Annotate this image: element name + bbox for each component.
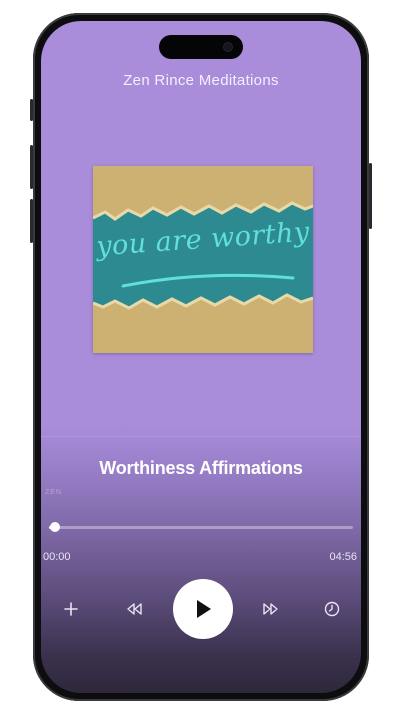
album-artwork: you are worthy [93,166,313,353]
phone-side-button [30,99,33,121]
play-icon [197,600,211,618]
rewind-button[interactable] [121,595,149,623]
fast-forward-icon [263,603,278,615]
player-screen: Zen Rince Meditations you are worthy Wor… [41,21,361,693]
play-button[interactable] [173,579,233,639]
current-time: 00:00 [43,551,71,563]
total-time: 04:56 [329,551,357,563]
plus-icon [64,602,78,616]
camera-icon [223,42,233,52]
track-title: Worthiness Affirmations [99,458,303,478]
sleep-timer-button[interactable] [318,595,346,623]
playback-controls [41,579,361,639]
phone-side-button [30,145,33,189]
phone-side-button [30,199,33,243]
faint-label: ZEN [45,489,62,496]
progress-bar[interactable] [49,522,353,532]
app-title: Zen Rince Meditations [123,72,279,89]
dynamic-island [159,35,243,59]
timer-icon [324,601,340,617]
fast-forward-button[interactable] [256,595,284,623]
divider [41,436,361,437]
phone-power-button [369,163,372,229]
progress-thumb[interactable] [50,522,61,532]
rewind-icon [127,603,142,615]
phone-frame: Zen Rince Meditations you are worthy Wor… [30,13,372,701]
add-button[interactable] [57,595,85,623]
